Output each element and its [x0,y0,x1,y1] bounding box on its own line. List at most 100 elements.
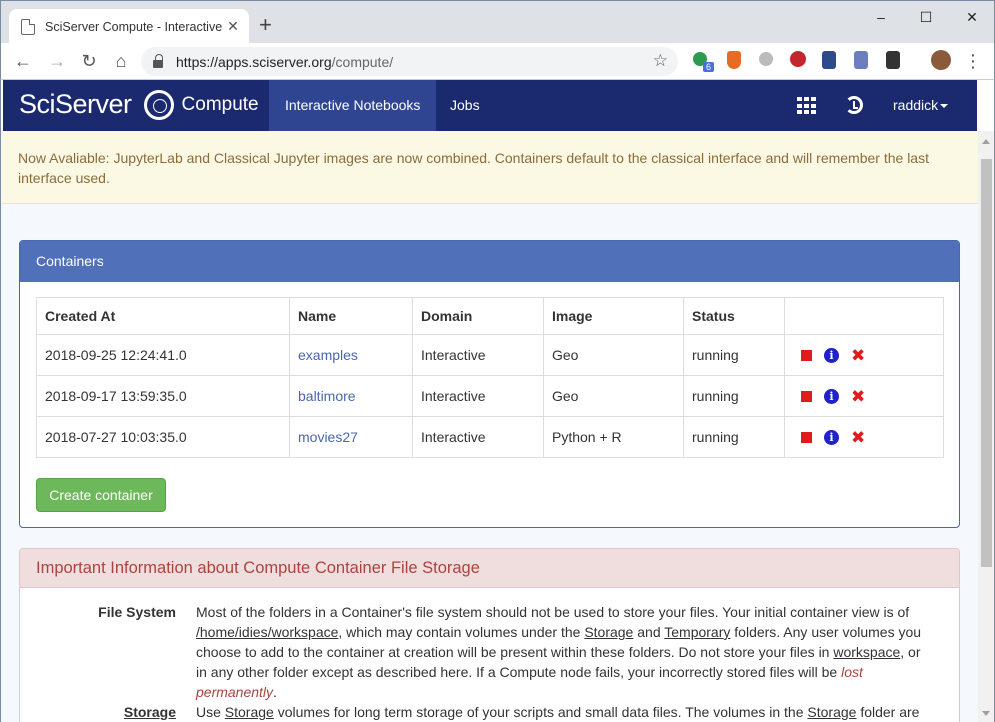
stop-icon[interactable] [801,431,812,443]
storage-info-panel: Important Information about Compute Cont… [19,548,960,722]
forward-icon[interactable]: → [45,49,69,73]
stop-icon[interactable] [801,349,812,361]
tab-close-icon[interactable]: ✕ [225,18,241,35]
container-name-cell: movies27 [289,416,413,458]
info-icon[interactable]: i [824,429,839,445]
actions: i ✖ [784,334,944,376]
lock-icon [153,54,163,68]
table-header-row: Created At Name Domain Image Status [36,297,944,335]
shield-extension-icon[interactable] [727,51,741,69]
storage-row: Storage Use Storage volumes for long ter… [20,702,961,722]
storage-link[interactable]: Storage [807,704,856,720]
status: running [683,416,785,458]
storage-link[interactable]: Storage [225,704,274,720]
file-system-label: File System [98,604,176,620]
col-created-at: Created At [36,297,290,335]
page-content: Now Avaliable: JupyterLab and Classical … [0,131,978,722]
scroll-down-icon[interactable] [982,711,990,716]
caret-down-icon [940,104,949,109]
storage-text: Use Storage volumes for long term storag… [196,704,920,720]
browser-toolbar: ← → ↻ ⌂ https://apps.sciserver.org/compu… [0,43,995,80]
col-image: Image [543,297,684,335]
page-favicon-icon [21,18,35,35]
temporary-link[interactable]: Temporary [664,624,730,640]
info-icon[interactable]: i [824,347,839,363]
home-icon[interactable]: ⌂ [109,49,133,73]
image: Geo [543,375,684,417]
nav-jobs[interactable]: Jobs [434,80,496,131]
storage-link[interactable]: Storage [584,624,633,640]
brand-logo[interactable]: SciServer Compute [19,89,259,120]
grey-extension-icon[interactable] [759,52,773,66]
bookmark-extension-icon[interactable] [822,51,836,69]
workspace-link[interactable]: workspace [833,644,900,660]
navbar-background: SciServer Compute Interactive Notebooks … [3,80,977,131]
table-row: 2018-07-27 10:03:35.0 movies27 Interacti… [36,416,944,458]
user-name: raddick [893,97,939,113]
scrollbar-thumb[interactable] [981,159,992,567]
globe-icon [143,89,174,120]
containers-panel: Containers Created At Name Domain Image … [19,240,960,528]
extension-badge: 6 [703,62,715,72]
scroll-up-icon[interactable] [982,139,990,144]
nav-interactive-notebooks[interactable]: Interactive Notebooks [269,80,437,131]
back-icon[interactable]: ← [11,49,35,73]
col-name: Name [289,297,413,335]
created-at: 2018-07-27 10:03:35.0 [36,416,290,458]
status: running [683,375,785,417]
app-navbar: SciServer Compute Interactive Notebooks … [0,80,995,131]
delete-icon[interactable]: ✖ [851,429,865,446]
containers-table: Created At Name Domain Image Status 2018… [36,297,944,458]
container-link[interactable]: movies27 [298,429,358,445]
reload-icon[interactable]: ↻ [77,49,101,73]
file-system-row: File System Most of the folders in a Con… [20,602,961,702]
container-link[interactable]: baltimore [298,388,356,404]
page-scrollbar[interactable] [978,131,995,722]
announcement-banner: Now Avaliable: JupyterLab and Classical … [2,131,978,204]
red-extension-icon[interactable] [790,51,806,67]
image: Geo [543,334,684,376]
profile-avatar[interactable] [931,50,951,70]
info-icon[interactable]: i [824,388,839,404]
created-at: 2018-09-25 12:24:41.0 [36,334,290,376]
bookmark-star-icon[interactable]: ☆ [653,51,668,71]
url-text: https://apps.sciserver.org/compute/ [176,53,394,70]
address-bar[interactable]: https://apps.sciserver.org/compute/ ☆ [141,47,678,76]
brand-name: SciServer [19,89,132,119]
tab-title: SciServer Compute - Interactive V [45,19,225,34]
domain: Interactive [412,334,544,376]
brand-sub: Compute [181,93,259,115]
new-tab-icon[interactable]: + [259,13,272,37]
minimize-icon[interactable]: – [859,5,903,29]
browser-menu-icon[interactable]: ⋮ [961,49,985,73]
domain: Interactive [412,416,544,458]
col-status: Status [683,297,785,335]
status: running [683,334,785,376]
storage-label: Storage [123,704,176,720]
browser-tab[interactable]: SciServer Compute - Interactive V ✕ [9,9,249,44]
container-name-cell: examples [289,334,413,376]
maximize-icon[interactable]: ☐ [904,5,948,29]
apps-grid-icon[interactable] [797,97,817,115]
containers-title: Containers [20,241,959,282]
workspace-path-link[interactable]: /home/idies/workspace [196,624,338,640]
delete-icon[interactable]: ✖ [851,388,865,405]
actions: i ✖ [784,375,944,417]
file-system-text: Most of the folders in a Container's fil… [196,604,922,700]
storage-info-title: Important Information about Compute Cont… [20,549,959,588]
actions: i ✖ [784,416,944,458]
container-link[interactable]: examples [298,347,358,363]
browser-tab-bar: SciServer Compute - Interactive V ✕ + – … [0,0,995,44]
col-actions [784,297,944,335]
history-icon[interactable] [845,96,863,114]
create-container-button[interactable]: Create container [36,478,166,512]
purple-extension-icon[interactable] [854,51,868,69]
table-row: 2018-09-25 12:24:41.0 examples Interacti… [36,334,944,376]
container-name-cell: baltimore [289,375,413,417]
user-menu[interactable]: raddick [893,80,949,131]
created-at: 2018-09-17 13:59:35.0 [36,375,290,417]
window-close-icon[interactable]: ✕ [950,5,994,29]
stop-icon[interactable] [801,390,812,402]
delete-icon[interactable]: ✖ [851,347,865,364]
dark-extension-icon[interactable] [886,51,900,69]
